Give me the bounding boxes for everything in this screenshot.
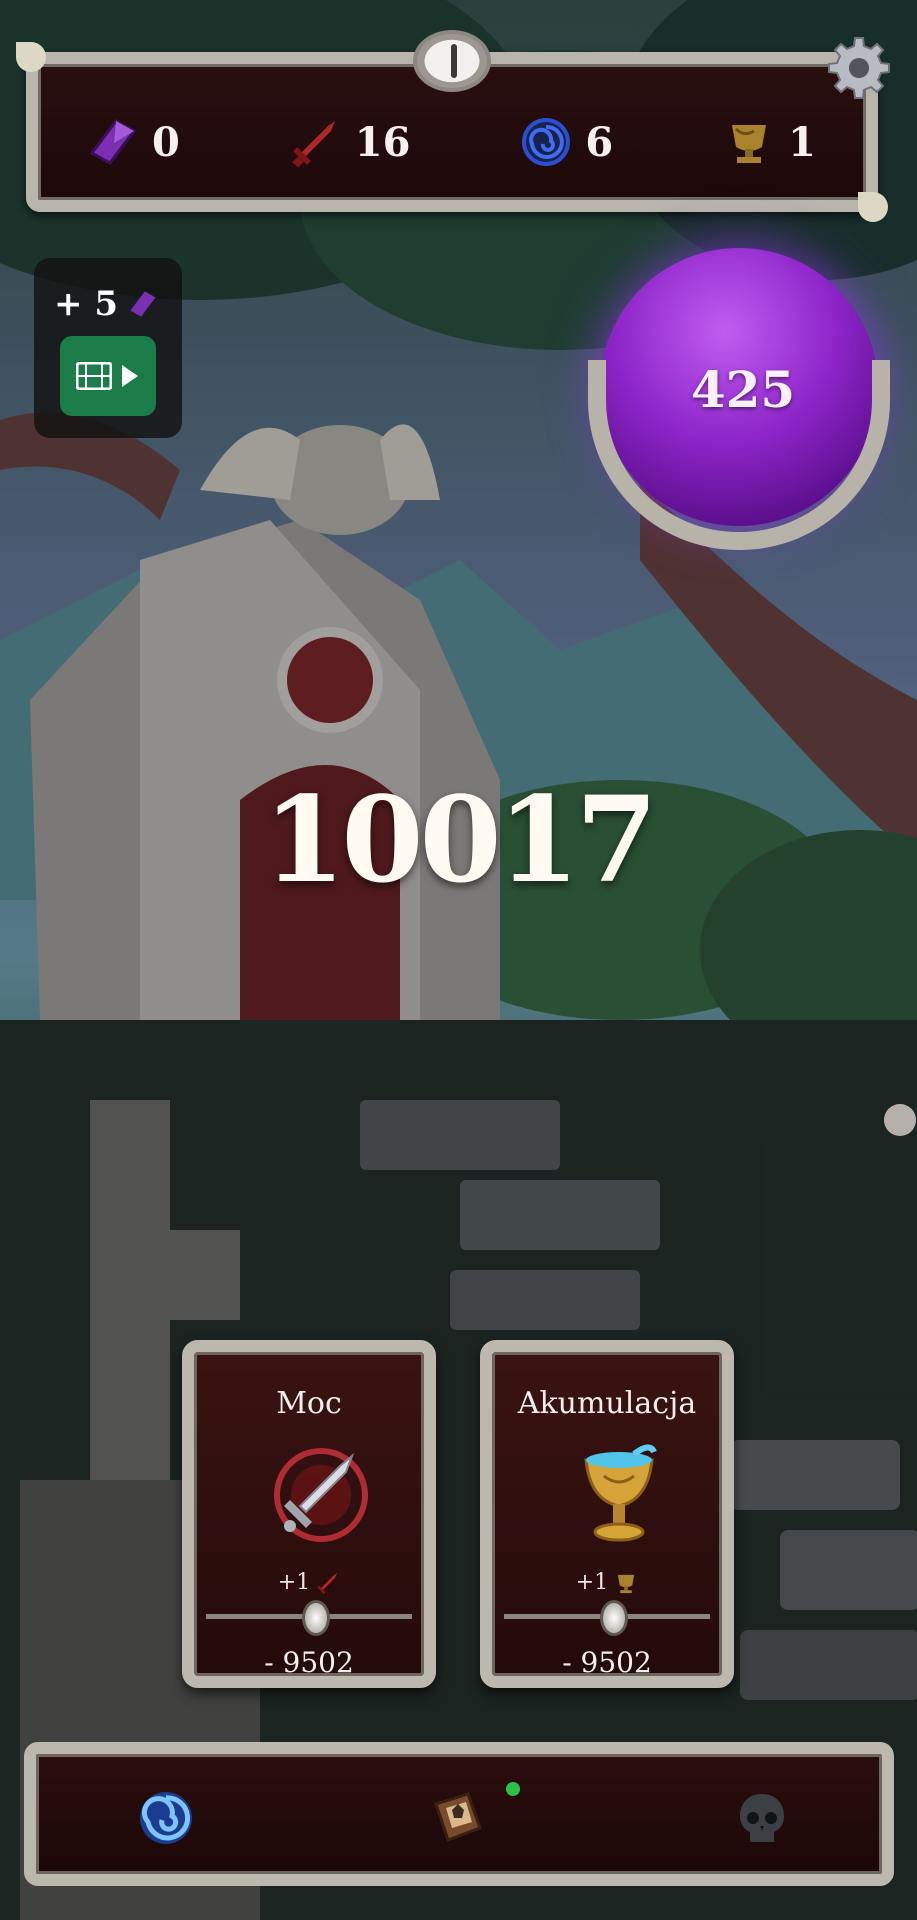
upgrade-cost: - 9502 — [562, 1646, 652, 1679]
portal-icon[interactable] — [136, 1788, 196, 1848]
chalice-icon — [584, 1444, 657, 1542]
orb-value: 425 — [690, 360, 796, 419]
ad-reward-panel: + 5 — [34, 258, 182, 438]
fang-ornament — [16, 42, 46, 72]
sword-counter: 16 — [291, 117, 411, 167]
portal-icon — [522, 118, 571, 166]
upgrade-card-moc[interactable]: Moc +1 - 9502 — [182, 1340, 436, 1688]
portal-counter: 6 — [521, 117, 613, 167]
gem-ornament — [600, 1600, 628, 1636]
crystal-icon — [130, 291, 156, 317]
trophy-count: 1 — [788, 118, 816, 166]
power-orb[interactable]: 425 — [588, 240, 898, 560]
skull-icon[interactable] — [732, 1788, 792, 1848]
upgrade-gain: +1 — [492, 1570, 722, 1595]
upgrade-gain-value: +1 — [277, 1570, 311, 1595]
crystal-counter: 0 — [88, 117, 180, 167]
notification-dot — [506, 1782, 520, 1796]
upgrade-title: Akumulacja — [517, 1386, 697, 1421]
watch-ad-button[interactable] — [60, 336, 156, 416]
upgrade-title: Moc — [276, 1386, 342, 1421]
spellbook-icon[interactable] — [428, 1788, 488, 1848]
crystal-icon — [89, 119, 137, 165]
bottom-nav — [24, 1742, 894, 1886]
upgrade-gain-value: +1 — [575, 1570, 609, 1595]
eye-ornament-icon — [413, 30, 491, 92]
ad-reward-label: + 5 — [54, 284, 118, 324]
trophy-counter: 1 — [724, 117, 816, 167]
fang-ornament — [858, 192, 888, 222]
film-icon — [76, 362, 112, 390]
gem-ornament — [302, 1600, 330, 1636]
sword-count: 16 — [354, 118, 411, 166]
upgrade-cost: - 9502 — [264, 1646, 354, 1679]
play-icon — [122, 365, 138, 387]
gear-icon[interactable] — [826, 36, 892, 102]
portal-count: 6 — [585, 118, 614, 166]
upgrade-gain: +1 — [194, 1570, 424, 1595]
resource-bar: 0 16 6 1 — [16, 30, 888, 222]
crystal-count: 0 — [152, 118, 180, 166]
sword-icon — [274, 1448, 368, 1542]
trophy-icon — [618, 1574, 635, 1593]
upgrade-card-akumulacja[interactable]: Akumulacja +1 - 9502 — [480, 1340, 734, 1688]
sword-icon — [292, 121, 335, 167]
ad-reward-amount: + 5 — [54, 284, 158, 324]
trophy-icon — [732, 125, 767, 163]
main-counter: 10017 — [263, 770, 658, 909]
sword-icon — [317, 1572, 338, 1594]
